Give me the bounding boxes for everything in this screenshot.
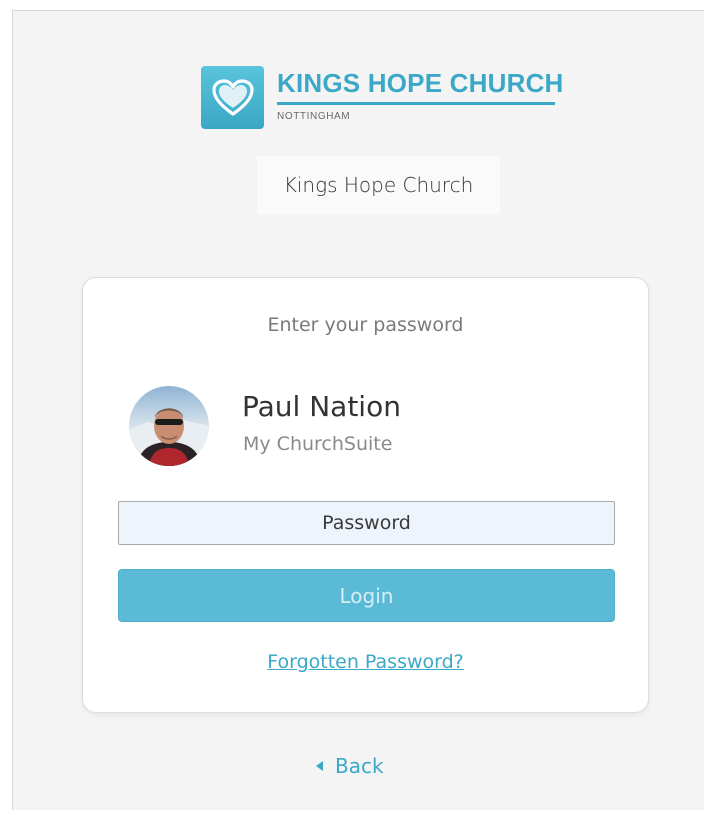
login-card: Enter your password Paul Nation My Churc… — [82, 277, 649, 713]
back-arrow-icon — [316, 761, 323, 771]
login-button[interactable]: Login — [118, 569, 615, 622]
back-link[interactable]: Back — [316, 754, 384, 778]
heart-icon — [201, 66, 264, 129]
back-label: Back — [335, 754, 384, 778]
user-subtitle: My ChurchSuite — [243, 433, 393, 455]
brand-divider — [277, 102, 555, 105]
brand-title: KINGS HOPE CHURCH — [277, 68, 564, 98]
password-input[interactable] — [118, 501, 615, 545]
user-name: Paul Nation — [242, 390, 401, 423]
forgotten-password-link[interactable]: Forgotten Password? — [83, 651, 648, 673]
church-name-label: Kings Hope Church — [257, 156, 500, 214]
church-logo: KINGS HOPE CHURCH NOTTINGHAM — [201, 66, 564, 130]
avatar — [129, 386, 209, 466]
brand-subtitle: NOTTINGHAM — [277, 111, 351, 122]
card-heading: Enter your password — [267, 314, 464, 336]
